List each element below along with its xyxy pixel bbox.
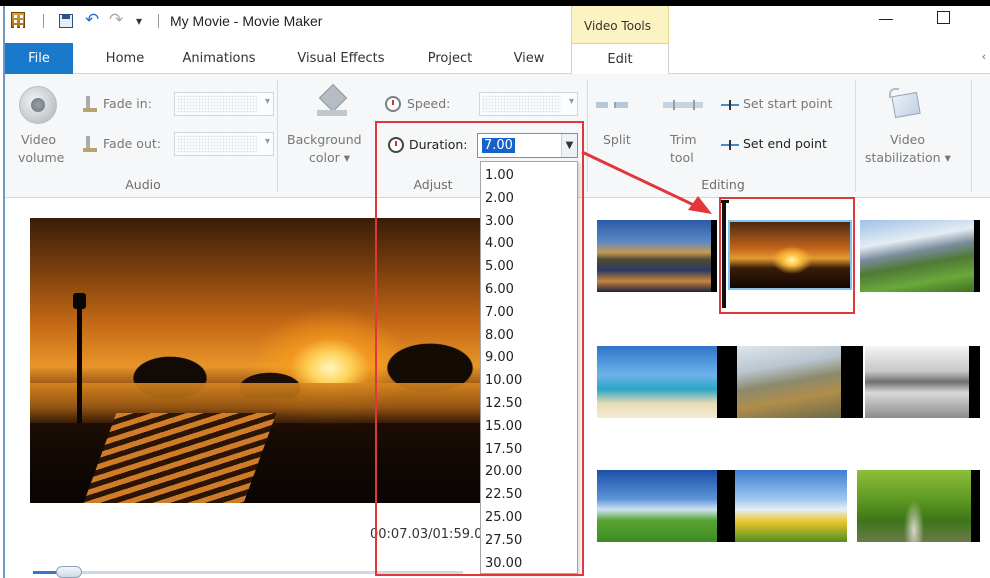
split-icon[interactable] xyxy=(596,100,628,110)
maximize-icon[interactable] xyxy=(937,11,950,24)
storyboard-clip-green-field[interactable] xyxy=(597,470,717,542)
video-stabilization-label[interactable]: Video xyxy=(890,132,925,147)
fade-in-icon xyxy=(83,96,97,112)
storyboard-clip-bw-lake[interactable] xyxy=(865,346,980,418)
set-end-point-button[interactable]: Set end point xyxy=(743,136,827,151)
tab-home[interactable]: Home xyxy=(95,43,155,74)
undo-icon[interactable]: ↶ xyxy=(85,10,99,30)
tab-file[interactable]: File xyxy=(5,43,73,74)
tab-edit[interactable]: Edit xyxy=(571,43,669,75)
speed-stopwatch-icon xyxy=(385,96,401,112)
bucket-icon[interactable] xyxy=(315,84,349,118)
video-volume-label-2[interactable]: volume xyxy=(18,150,64,165)
tab-project[interactable]: Project xyxy=(418,43,482,74)
speaker-icon[interactable] xyxy=(19,86,57,124)
ribbon-collapse-icon[interactable]: ‹ xyxy=(982,50,986,63)
tab-visual-effects[interactable]: Visual Effects xyxy=(288,43,394,74)
storyboard-clip-beach-rock[interactable] xyxy=(597,346,737,418)
annotation-arrow xyxy=(581,150,712,214)
group-separator xyxy=(855,80,856,192)
speed-label: Speed: xyxy=(407,96,451,111)
trim-tool-label[interactable]: Trim xyxy=(670,132,697,147)
window-title: My Movie - Movie Maker xyxy=(170,13,323,29)
video-tools-context-header: Video Tools xyxy=(571,6,669,43)
preview-bench xyxy=(83,413,277,503)
title-bar: ↶ ↷ ▾ My Movie - Movie Maker Video Tools xyxy=(5,6,990,43)
speed-select[interactable] xyxy=(479,92,578,116)
storyboard-clip-yellow-field[interactable] xyxy=(717,470,847,542)
storyboard-clip-tree-road[interactable] xyxy=(857,470,980,542)
set-end-icon xyxy=(721,140,739,150)
fade-out-icon xyxy=(83,136,97,152)
set-start-point-button[interactable]: Set start point xyxy=(743,96,832,111)
tab-view[interactable]: View xyxy=(503,43,555,74)
tab-animations[interactable]: Animations xyxy=(173,43,265,74)
preview-lamp-post xyxy=(73,293,86,423)
seek-thumb[interactable] xyxy=(56,566,82,578)
set-start-icon xyxy=(721,100,739,110)
save-icon[interactable] xyxy=(59,14,73,28)
split-label[interactable]: Split xyxy=(603,132,631,147)
video-stabilization-label-2[interactable]: stabilization ▾ xyxy=(865,150,951,165)
app-icon[interactable] xyxy=(11,12,25,28)
redo-icon[interactable]: ↷ xyxy=(109,10,123,30)
video-tools-label: Video Tools xyxy=(584,19,651,33)
video-volume-label[interactable]: Video xyxy=(21,132,56,147)
background-color-label[interactable]: Background xyxy=(287,132,362,147)
customize-dropdown-icon[interactable]: ▾ xyxy=(136,11,142,31)
annotation-highlight-clip xyxy=(719,197,855,314)
audio-group-label: Audio xyxy=(125,177,161,192)
fade-in-select[interactable] xyxy=(174,92,274,116)
background-color-label-2[interactable]: color ▾ xyxy=(309,150,350,165)
group-separator xyxy=(277,80,278,192)
fade-out-label: Fade out: xyxy=(103,136,161,151)
storyboard-clip-green-valley[interactable] xyxy=(860,220,980,292)
fade-in-label: Fade in: xyxy=(103,96,152,111)
trim-icon[interactable] xyxy=(663,100,703,110)
ribbon-tab-row: File Home Animations Visual Effects Proj… xyxy=(5,43,990,75)
group-separator xyxy=(971,80,972,192)
annotation-highlight-duration xyxy=(375,121,584,576)
movie-maker-window: ↶ ↷ ▾ My Movie - Movie Maker Video Tools… xyxy=(0,0,990,578)
fade-out-select[interactable] xyxy=(174,132,274,156)
title-separator xyxy=(158,14,159,28)
stabilization-icon[interactable] xyxy=(887,88,923,120)
storyboard-clip-mountain-lake[interactable] xyxy=(597,220,717,292)
minimize-icon[interactable] xyxy=(875,10,899,26)
title-separator xyxy=(43,14,44,28)
storyboard-clip-autumn-mountain[interactable] xyxy=(737,346,863,418)
